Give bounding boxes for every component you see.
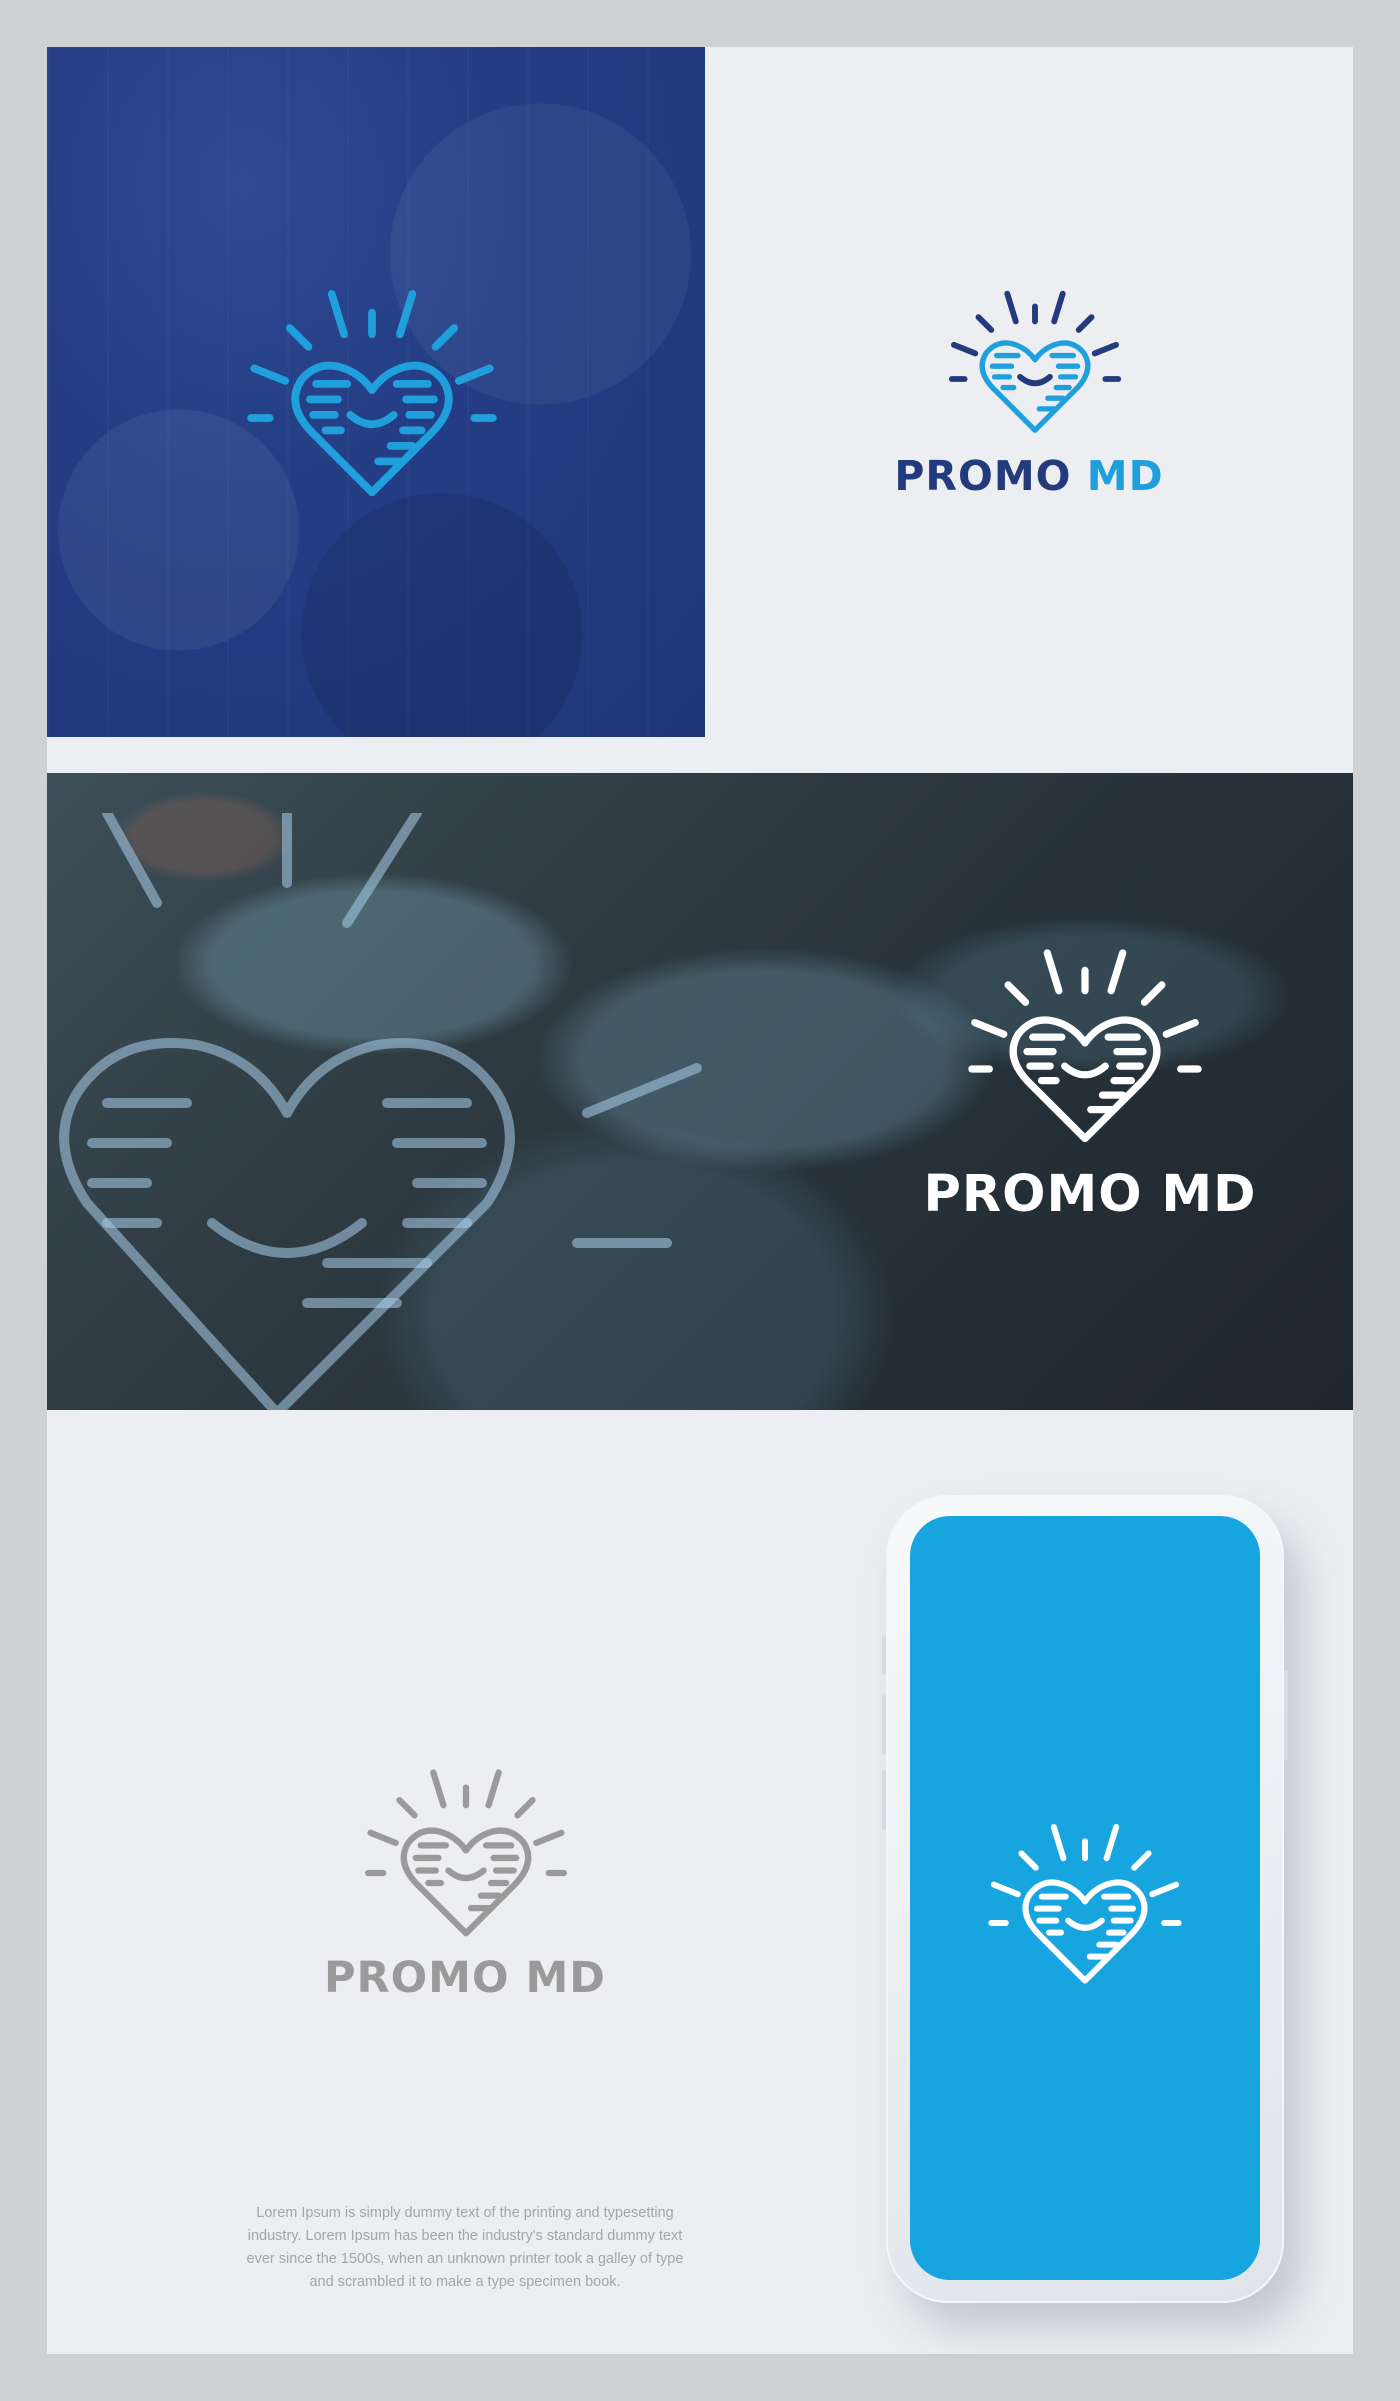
body-copy-line: Lorem Ipsum is simply dummy text of the … <box>256 2205 674 2221</box>
brand-wordmark-gray: PROMO MD <box>324 1953 606 2003</box>
brand-wordmark: PROMO MD <box>705 452 1353 500</box>
body-copy-line: and scrambled it to make a type specimen… <box>309 2274 621 2290</box>
phone-volume-button <box>882 1695 886 1755</box>
body-copy: Lorem Ipsum is simply dummy text of the … <box>200 2202 730 2294</box>
logo-mark-icon <box>968 949 1202 1143</box>
body-copy-line: ever since the 1500s, when an unknown pr… <box>246 2251 684 2267</box>
phone-volume-button <box>882 1635 886 1675</box>
brand-name-md: MD <box>1086 452 1164 500</box>
phone-mockup <box>882 1495 1288 2303</box>
phone-volume-button <box>882 1770 886 1830</box>
surgery-photo-panel <box>47 773 1353 1410</box>
phone-side-button <box>1284 1670 1288 1760</box>
phone-screen <box>910 1516 1260 2280</box>
logo-mark-icon <box>948 290 1122 433</box>
heart-watermark-icon <box>59 813 702 1410</box>
logo-mark-icon <box>247 290 497 497</box>
brand-name-promo: PROMO <box>894 452 1072 500</box>
logo-mark-icon <box>988 1824 1182 1984</box>
navy-photo-panel <box>47 47 705 737</box>
brand-wordmark-white: PROMO MD <box>923 1165 1257 1224</box>
light-logo-panel <box>705 47 1353 737</box>
body-copy-line: industry. Lorem Ipsum has been the indus… <box>247 2228 683 2244</box>
